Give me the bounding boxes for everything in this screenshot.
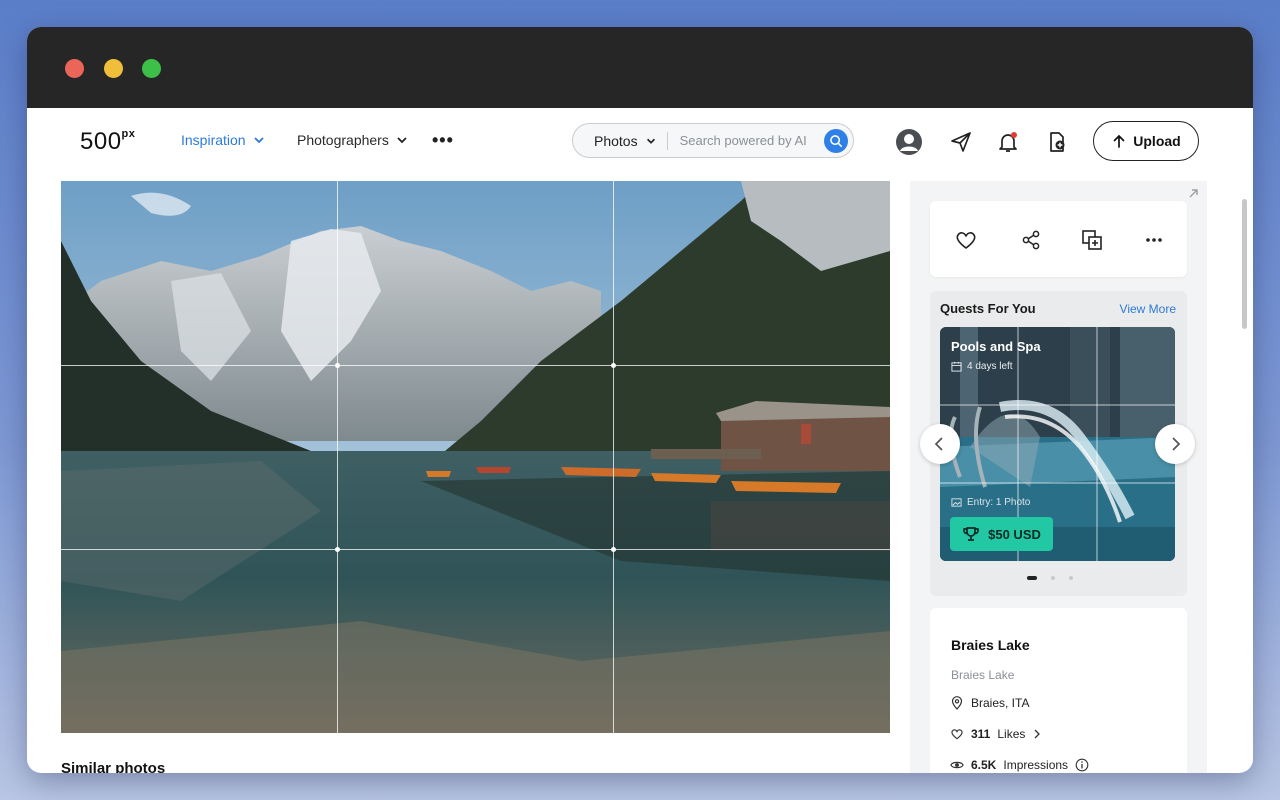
add-to-gallery-icon	[1082, 230, 1102, 250]
add-to-gallery-button[interactable]	[1079, 227, 1105, 253]
maximize-window-button[interactable]	[142, 59, 161, 78]
info-icon[interactable]	[1075, 758, 1089, 772]
share-button[interactable]	[1018, 227, 1044, 253]
grid-node	[335, 547, 340, 552]
eye-icon	[950, 761, 964, 769]
logo-sup: px	[121, 128, 136, 140]
upload-button[interactable]: Upload	[1093, 121, 1199, 161]
heart-icon	[956, 232, 976, 249]
search-divider	[666, 131, 668, 150]
expand-icon[interactable]	[1186, 187, 1200, 201]
more-icon	[1146, 238, 1162, 242]
search-icon	[830, 135, 843, 148]
search-bar: Photos	[572, 123, 854, 158]
window-titlebar	[27, 27, 1253, 108]
nav-inspiration[interactable]: Inspiration	[181, 132, 266, 148]
search-category-select[interactable]: Photos	[573, 133, 657, 149]
logo-text: 500	[80, 128, 122, 155]
search-input[interactable]	[679, 133, 820, 148]
quest-deadline: 4 days left	[951, 361, 1013, 372]
photo-actions-card	[930, 201, 1187, 277]
nav-more-button[interactable]: •••	[432, 130, 454, 151]
site-logo[interactable]: 500px	[80, 128, 135, 156]
grid-line-vertical-2	[613, 181, 614, 733]
bell-icon	[999, 132, 1017, 152]
quest-slide[interactable]: Pools and Spa 4 days left Entry: 1 Photo…	[940, 327, 1175, 561]
profile-button[interactable]	[895, 128, 923, 156]
main-photo[interactable]	[61, 181, 890, 733]
carousel-next-button[interactable]	[1155, 424, 1195, 464]
carousel-page-dot-2[interactable]	[1051, 576, 1055, 580]
grid-line-vertical-1	[337, 181, 338, 733]
chevron-right-icon	[1172, 437, 1181, 451]
nav-photographers-label: Photographers	[297, 132, 389, 148]
photo-impressions: 6.5K Impressions	[950, 758, 1089, 772]
likes-count: 311	[971, 727, 991, 741]
share-icon	[1022, 230, 1040, 250]
chevron-left-icon	[934, 437, 943, 451]
chevron-right-icon	[1034, 729, 1041, 739]
user-avatar-icon	[896, 129, 922, 155]
impressions-label: Impressions	[1003, 758, 1069, 772]
quest-entry-text: Entry: 1 Photo	[967, 497, 1031, 508]
heart-outline-icon	[951, 729, 963, 740]
search-button[interactable]	[824, 129, 848, 153]
grid-node	[611, 363, 616, 368]
lake-photo-image	[61, 181, 890, 733]
calendar-icon	[951, 361, 962, 372]
photo-likes[interactable]: 311 Likes	[950, 727, 1042, 741]
chevron-down-icon	[253, 137, 264, 144]
add-to-gallery-icon	[1050, 132, 1065, 152]
more-options-button[interactable]	[1141, 227, 1167, 253]
photo-entry-icon	[951, 498, 962, 507]
trophy-icon	[963, 527, 979, 541]
chevron-down-icon	[646, 138, 655, 144]
chevron-down-icon	[397, 137, 407, 144]
impressions-count: 6.5K	[971, 758, 997, 772]
quest-prize-badge: $50 USD	[950, 517, 1053, 551]
quests-card: Quests For You View More Pools and Spa 4…	[930, 291, 1187, 596]
photo-subtitle: Braies Lake	[951, 668, 1015, 682]
page-scrollbar[interactable]	[1242, 199, 1247, 329]
photo-info-card: Braies Lake Braies Lake Braies, ITA 311 …	[930, 608, 1187, 773]
likes-label: Likes	[997, 727, 1026, 741]
browser-window: 500px Inspiration Photographers ••• Phot…	[27, 27, 1253, 773]
search-category-label: Photos	[594, 132, 638, 149]
nav-photographers[interactable]: Photographers	[297, 132, 409, 148]
add-gallery-nav-button[interactable]	[1042, 128, 1070, 156]
photo-location: Braies, ITA	[950, 696, 1029, 710]
messages-button[interactable]	[947, 128, 975, 156]
photo-location-text: Braies, ITA	[971, 696, 1030, 710]
nav-inspiration-label: Inspiration	[181, 132, 246, 148]
notifications-button[interactable]	[994, 128, 1022, 156]
carousel-prev-button[interactable]	[920, 424, 960, 464]
arrow-up-icon	[1113, 134, 1125, 148]
quest-days-left: 4 days left	[967, 361, 1013, 372]
quest-entry-info: Entry: 1 Photo	[951, 497, 1030, 508]
upload-button-label: Upload	[1133, 133, 1181, 149]
quests-view-more-link[interactable]: View More	[1120, 302, 1176, 316]
quest-prize-amount: $50 USD	[988, 526, 1041, 542]
quest-name: Pools and Spa	[951, 339, 1041, 354]
close-window-button[interactable]	[65, 59, 84, 78]
top-navbar: 500px Inspiration Photographers ••• Phot…	[27, 108, 1253, 180]
send-icon	[951, 132, 971, 152]
grid-node	[611, 547, 616, 552]
photo-title: Braies Lake	[951, 637, 1030, 653]
grid-line-horizontal-1	[61, 365, 890, 366]
minimize-window-button[interactable]	[104, 59, 123, 78]
similar-photos-heading: Similar photos	[61, 760, 166, 773]
grid-node	[335, 363, 340, 368]
like-button[interactable]	[953, 227, 979, 253]
location-pin-icon	[951, 696, 963, 710]
carousel-pagination	[1027, 576, 1073, 580]
carousel-page-dot-1[interactable]	[1027, 576, 1037, 580]
carousel-page-dot-3[interactable]	[1069, 576, 1073, 580]
quests-title: Quests For You	[940, 301, 1036, 316]
grid-line-horizontal-2	[61, 549, 890, 550]
